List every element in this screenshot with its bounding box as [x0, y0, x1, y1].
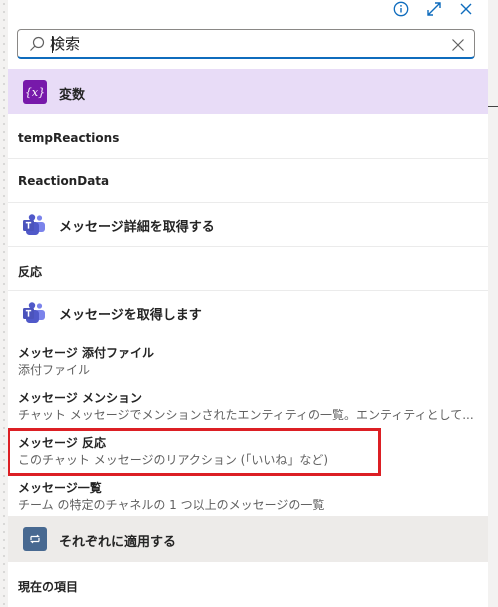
- section-label: メッセージを取得します: [59, 308, 202, 323]
- section-apply-label: それぞれに適用する: [59, 535, 177, 550]
- close-icon[interactable]: [457, 0, 475, 18]
- expand-icon[interactable]: [425, 0, 443, 18]
- list-item-message-list[interactable]: メッセージ一覧 チーム の特定のチャネルの 1 つ以上のメッセージの一覧: [8, 473, 488, 516]
- text-caret: [52, 36, 53, 53]
- info-icon[interactable]: [392, 0, 410, 18]
- list-item-label: メッセージ 反応: [18, 436, 106, 450]
- teams-icon: [22, 213, 46, 241]
- list-item-message-reactions[interactable]: メッセージ 反応 このチャット メッセージのリアクション (「いいね」など): [8, 428, 488, 473]
- canvas-background-right: [488, 0, 498, 607]
- search-icon: [29, 36, 45, 56]
- clear-search-icon[interactable]: [451, 37, 465, 56]
- section-get-messages[interactable]: メッセージを取得します: [8, 291, 488, 335]
- list-item-label: 反応: [18, 265, 43, 279]
- list-item-description: チャット メッセージでメンションされたエンティティの一覧。エンティティとして..…: [18, 408, 474, 422]
- list-item-label: ReactionData: [18, 174, 110, 188]
- variable-icon: {x}: [23, 80, 47, 104]
- list-item-reaction[interactable]: 反応: [8, 247, 488, 291]
- section-variables-label: 変数: [59, 88, 86, 103]
- search-field[interactable]: [17, 29, 475, 59]
- list-item-description: このチャット メッセージのリアクション (「いいね」など): [18, 453, 329, 467]
- list-item-message-mentions[interactable]: チャット メッセージでメンションされたエンティティの一覧。エンティティとして..…: [8, 383, 488, 428]
- list-item-message-attachments[interactable]: メッセージ 添付ファイル 添付ファイル: [8, 338, 488, 383]
- svg-text:{x}: {x}: [26, 86, 44, 99]
- dynamic-content-panel: {x} 変数 tempReactions ReactionData メッセージ詳…: [8, 0, 488, 607]
- section-label: メッセージ詳細を取得する: [59, 220, 215, 235]
- list-item-label: tempReactions: [18, 131, 120, 145]
- canvas-background: [0, 0, 8, 607]
- list-item-temp-reactions[interactable]: tempReactions: [8, 114, 488, 159]
- panel-header: [8, 0, 488, 22]
- canvas-connector: [488, 106, 498, 107]
- search-input[interactable]: [50, 32, 440, 56]
- list-item-current-item[interactable]: 現在の項目: [8, 562, 488, 607]
- section-variables[interactable]: {x} 変数: [8, 69, 488, 114]
- section-apply-to-each[interactable]: それぞれに適用する: [8, 516, 488, 562]
- list-item-label: メッセージ 添付ファイル: [18, 346, 154, 360]
- loop-icon: [23, 527, 47, 551]
- list-item-label: 現在の項目: [18, 580, 79, 594]
- list-item-label: メッセージ メンション: [18, 391, 142, 405]
- list-item-description: チーム の特定のチャネルの 1 つ以上のメッセージの一覧: [18, 498, 325, 512]
- list-item-label: メッセージ一覧: [18, 481, 102, 495]
- list-item-reaction-data[interactable]: ReactionData: [8, 159, 488, 203]
- teams-icon: [22, 301, 46, 329]
- section-get-message-details[interactable]: メッセージ詳細を取得する: [8, 203, 488, 247]
- list-item-description: 添付ファイル: [18, 363, 91, 377]
